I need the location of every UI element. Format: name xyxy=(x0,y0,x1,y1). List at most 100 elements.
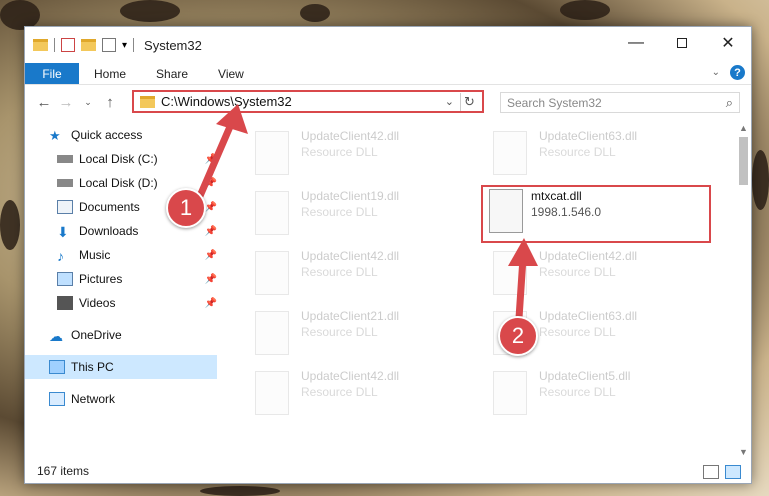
minimize-icon: — xyxy=(628,34,644,51)
file-type: Resource DLL xyxy=(301,145,378,159)
sidebar-item-label: Videos xyxy=(79,296,116,310)
drive-icon xyxy=(57,179,73,187)
dll-file-icon xyxy=(493,131,527,175)
pin-icon[interactable]: 📌 xyxy=(205,250,217,261)
sidebar-item-this-pc[interactable]: This PC xyxy=(25,355,217,379)
dll-file-icon xyxy=(255,191,289,235)
music-icon: ♪ xyxy=(57,248,64,264)
tab-file[interactable]: File xyxy=(25,63,79,84)
file-name: UpdateClient42.dll xyxy=(301,249,400,263)
properties-icon[interactable] xyxy=(61,38,75,52)
sidebar-item-label: Music xyxy=(79,248,111,262)
maximize-button[interactable] xyxy=(659,27,705,59)
drive-icon xyxy=(57,155,73,163)
pin-icon[interactable]: 📌 xyxy=(205,298,217,309)
sidebar-item-pictures[interactable]: Pictures 📌 xyxy=(25,267,217,291)
computer-icon xyxy=(49,360,65,374)
chevron-down-icon[interactable]: ▼ xyxy=(739,447,748,457)
step-2-badge: 2 xyxy=(498,316,538,356)
search-icon: ⌕ xyxy=(725,95,733,110)
cloud-icon: ☁ xyxy=(49,328,63,344)
forward-button[interactable]: → xyxy=(55,94,77,111)
vertical-scrollbar[interactable]: ▲ ▼ xyxy=(735,123,751,457)
sidebar-item-network[interactable]: Network xyxy=(25,387,217,411)
file-item[interactable]: UpdateClient19.dll Resource DLL xyxy=(243,185,473,241)
sidebar-item-videos[interactable]: Videos 📌 xyxy=(25,291,217,315)
separator xyxy=(54,38,55,52)
file-type: Resource DLL xyxy=(301,205,378,219)
sidebar-item-quick-access[interactable]: ★ Quick access xyxy=(25,123,217,147)
file-name: UpdateClient19.dll xyxy=(301,189,400,203)
file-item[interactable]: UpdateClient42.dll Resource DLL xyxy=(243,365,473,421)
pin-icon[interactable]: 📌 xyxy=(205,178,217,189)
file-name: UpdateClient63.dll xyxy=(539,129,638,143)
pin-icon[interactable]: 📌 xyxy=(205,202,217,213)
close-icon: ✕ xyxy=(721,35,735,52)
refresh-icon[interactable]: ↻ xyxy=(460,92,478,111)
title-bar: ▾ System32 — ✕ xyxy=(25,27,751,63)
pin-icon[interactable]: 📌 xyxy=(205,154,217,165)
dll-file-icon xyxy=(493,251,527,295)
file-item[interactable]: UpdateClient42.dll Resource DLL xyxy=(243,245,473,301)
sidebar-item-label: This PC xyxy=(71,360,114,374)
tab-view[interactable]: View xyxy=(203,63,259,84)
file-type: Resource DLL xyxy=(301,325,378,339)
file-item[interactable]: UpdateClient42.dll Resource DLL xyxy=(481,245,711,301)
dll-file-icon xyxy=(493,371,527,415)
file-type: Resource DLL xyxy=(301,265,378,279)
sidebar-item-local-disk-c[interactable]: Local Disk (C:) 📌 xyxy=(25,147,217,171)
chevron-down-icon[interactable]: ⌄ xyxy=(445,95,454,108)
pin-icon[interactable]: 📌 xyxy=(205,226,217,237)
tab-share[interactable]: Share xyxy=(141,63,203,84)
help-icon[interactable]: ? xyxy=(730,65,745,80)
minimize-button[interactable]: — xyxy=(613,27,659,59)
network-icon xyxy=(49,392,65,406)
new-folder-icon[interactable] xyxy=(81,39,96,51)
file-item[interactable]: UpdateClient21.dll Resource DLL xyxy=(243,305,473,361)
star-icon: ★ xyxy=(49,128,61,143)
file-name: UpdateClient42.dll xyxy=(301,369,400,383)
customize-toolbar-icon[interactable] xyxy=(102,38,116,52)
sidebar-item-label: Pictures xyxy=(79,272,123,286)
chevron-down-icon[interactable]: ▾ xyxy=(122,40,127,51)
pin-icon[interactable]: 📌 xyxy=(205,274,217,285)
ribbon: File Home Share View ⌄ ? xyxy=(25,63,751,85)
dll-file-icon xyxy=(255,371,289,415)
maximize-icon xyxy=(677,38,687,48)
chevron-up-icon[interactable]: ▲ xyxy=(739,123,748,133)
file-item[interactable]: UpdateClient42.dll Resource DLL xyxy=(243,125,473,181)
address-bar[interactable]: C:\Windows\System32 ⌄ ↻ xyxy=(132,90,484,113)
sidebar-item-music[interactable]: ♪ Music 📌 xyxy=(25,243,217,267)
close-button[interactable]: ✕ xyxy=(705,27,751,59)
window-title: System32 xyxy=(144,37,202,53)
dll-file-icon xyxy=(255,131,289,175)
file-name: UpdateClient5.dll xyxy=(539,369,631,383)
navigation-pane: ★ Quick access Local Disk (C:) 📌 Local D… xyxy=(25,123,217,453)
search-input[interactable]: Search System32 ⌕ xyxy=(500,92,740,113)
recent-locations-icon[interactable]: ⌄ xyxy=(77,97,99,108)
file-type: Resource DLL xyxy=(539,385,616,399)
highlight-box xyxy=(481,185,711,243)
file-name: UpdateClient42.dll xyxy=(539,249,638,263)
tab-home[interactable]: Home xyxy=(79,63,141,84)
documents-icon xyxy=(57,200,73,214)
download-icon: ⬇ xyxy=(57,224,69,240)
item-count: 167 items xyxy=(37,464,90,478)
sidebar-item-onedrive[interactable]: ☁ OneDrive xyxy=(25,323,217,347)
expand-ribbon-icon[interactable]: ⌄ xyxy=(712,67,720,78)
up-button[interactable]: ↑ xyxy=(99,94,121,111)
scroll-thumb[interactable] xyxy=(739,137,748,185)
large-icons-view-icon[interactable] xyxy=(725,465,741,479)
sidebar-item-label: Local Disk (D:) xyxy=(79,176,158,190)
sidebar-item-label: Quick access xyxy=(71,128,143,142)
file-name: UpdateClient42.dll xyxy=(301,129,400,143)
details-view-icon[interactable] xyxy=(703,465,719,479)
step-1-badge: 1 xyxy=(166,188,206,228)
back-button[interactable]: ← xyxy=(33,94,55,111)
videos-icon xyxy=(57,296,73,310)
file-item[interactable]: UpdateClient63.dll Resource DLL xyxy=(481,125,711,181)
sidebar-item-label: Documents xyxy=(79,200,140,214)
file-name: UpdateClient63.dll xyxy=(539,309,638,323)
dll-file-icon xyxy=(255,311,289,355)
file-item[interactable]: UpdateClient5.dll Resource DLL xyxy=(481,365,711,421)
